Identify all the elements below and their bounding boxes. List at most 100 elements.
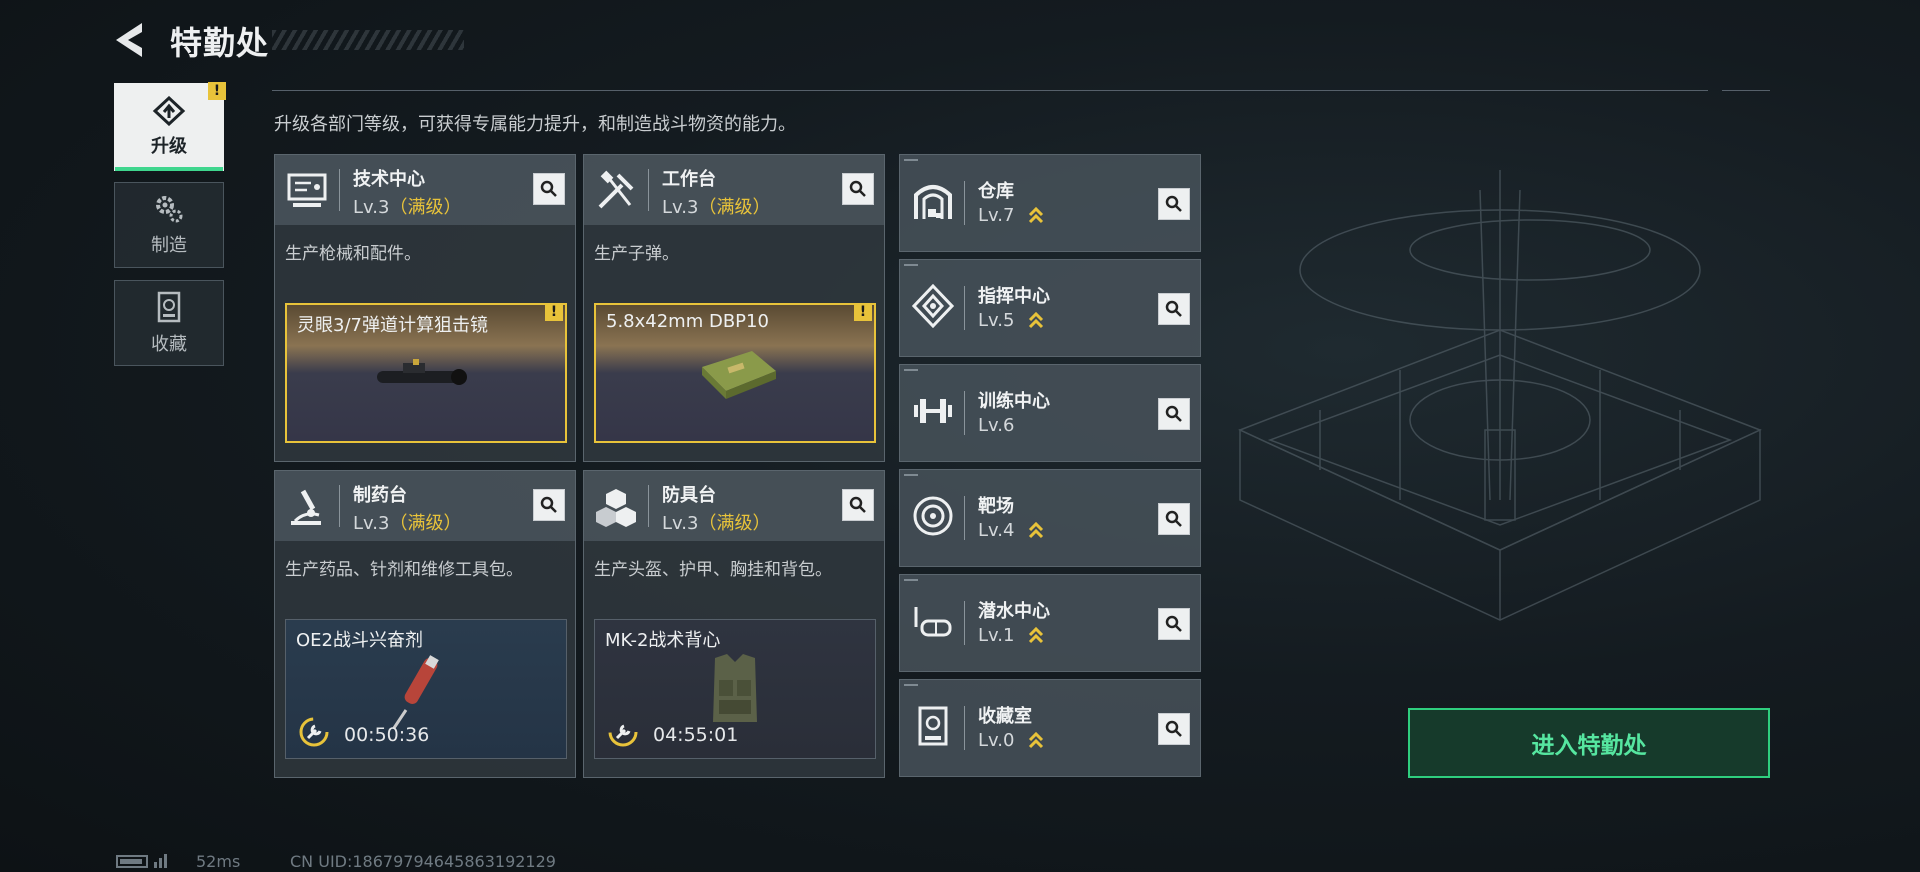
title-decoration [272,30,464,50]
max-level-label: （满级） [389,513,462,534]
facility-description: 生产枪械和配件。 [285,244,421,264]
tools-icon [598,170,634,209]
product-name: 灵眼3/7弹道计算狙击镜 [297,315,488,336]
inspect-button[interactable] [1158,713,1190,745]
alert-badge: ! [854,303,872,321]
facility-row-training-center[interactable]: 训练中心 Lv.6 [899,364,1201,462]
building-wireframe-art [1238,170,1762,621]
corner-mark [904,264,918,266]
battery-signal-icon [116,854,167,868]
separator [964,706,965,750]
facility-description: 生产子弹。 [594,244,679,264]
product-slot[interactable]: OE2战斗兴奋剂 00:50:36 [285,619,567,759]
scope-item-icon [377,359,467,385]
inspect-button[interactable] [1158,398,1190,430]
warehouse-icon [914,185,952,219]
facility-name: 工作台 [662,169,716,190]
back-arrow-icon[interactable] [112,20,148,60]
facility-level: Lv.0 [978,730,1044,751]
inspect-button[interactable] [533,173,565,205]
corner-mark [904,369,918,371]
corner-mark [904,579,918,581]
enter-special-ops-button[interactable]: 进入特勤处 [1408,708,1770,778]
facility-name: 训练中心 [978,391,1050,412]
facility-name: 仓库 [978,181,1014,202]
level-value: Lv.4 [978,520,1015,541]
separator [648,485,649,527]
facility-name: 靶场 [978,496,1014,517]
product-slot[interactable]: 灵眼3/7弹道计算狙击镜 [285,303,567,443]
facility-row-diving-center[interactable]: 潜水中心 Lv.1 [899,574,1201,672]
divider [1722,90,1770,91]
level-value: Lv.3 [353,513,390,534]
facility-level: Lv.6 [978,415,1014,436]
vest-item-icon [713,654,757,722]
inspect-button[interactable] [533,489,565,521]
facility-level: Lv.3（满级） [662,509,770,535]
command-center-icon [912,284,954,328]
facility-card-pharmacy[interactable]: 制药台 Lv.3（满级） 生产药品、针剂和维修工具包。 OE2战斗兴奋剂 00:… [274,470,576,778]
inspect-button[interactable] [1158,188,1190,220]
facility-level: Lv.3（满级） [662,193,770,219]
upgrade-available-icon [1029,206,1044,224]
product-slot[interactable]: 5.8x42mm DBP10 [594,303,876,443]
facility-name: 技术中心 [353,169,425,190]
search-icon [1165,195,1182,212]
collection-icon [918,706,948,746]
corner-mark [904,159,918,161]
upgrade-icon [152,96,186,126]
facility-level: Lv.7 [978,205,1044,226]
diving-mask-icon [914,607,952,637]
crafting-timer-icon [299,717,329,747]
level-value: Lv.0 [978,730,1015,751]
facility-level: Lv.3（满级） [353,193,461,219]
upgrade-available-icon [1029,521,1044,539]
collection-icon [157,291,181,323]
level-value: Lv.3 [662,513,699,534]
facility-card-workbench[interactable]: 工作台 Lv.3（满级） 生产子弹。 5.8x42mm DBP10 ! [583,154,885,462]
level-value: Lv.7 [978,205,1015,226]
search-icon [849,180,866,197]
divider [272,90,1708,91]
corner-mark [904,684,918,686]
cubes-icon [596,489,636,527]
search-icon [540,496,557,513]
separator [648,169,649,211]
inspect-button[interactable] [842,489,874,521]
inspect-button[interactable] [1158,608,1190,640]
facility-row-warehouse[interactable]: 仓库 Lv.7 [899,154,1201,252]
crafting-timer: 00:50:36 [344,724,430,746]
search-icon [1165,300,1182,317]
facility-row-command-center[interactable]: 指挥中心 Lv.5 [899,259,1201,357]
search-icon [1165,615,1182,632]
facility-level: Lv.3（满级） [353,509,461,535]
tab-label: 升级 [151,136,187,157]
facility-level: Lv.4 [978,520,1044,541]
facility-card-tech-center[interactable]: 技术中心 Lv.3（满级） 生产枪械和配件。 灵眼3/7弹道计算狙击镜 ! [274,154,576,462]
tab-collection[interactable]: 收藏 [114,280,224,366]
search-icon [1165,720,1182,737]
active-indicator [115,167,223,171]
alert-badge: ! [208,82,226,100]
tab-craft[interactable]: 制造 [114,182,224,268]
inspect-button[interactable] [842,173,874,205]
max-level-label: （满级） [389,197,462,218]
level-value: Lv.3 [353,197,390,218]
tab-label: 收藏 [151,334,187,355]
inspect-button[interactable] [1158,503,1190,535]
facility-row-shooting-range[interactable]: 靶场 Lv.4 [899,469,1201,567]
separator [964,286,965,330]
inspect-button[interactable] [1158,293,1190,325]
alert-badge: ! [545,303,563,321]
separator [339,485,340,527]
separator [964,496,965,540]
separator [964,181,965,225]
crafting-timer-icon [608,717,638,747]
facility-card-armor-bench[interactable]: 防具台 Lv.3（满级） 生产头盔、护甲、胸挂和背包。 MK-2战术背心 04:… [583,470,885,778]
page-description: 升级各部门等级，可获得专属能力提升，和制造战斗物资的能力。 [274,114,796,135]
product-slot[interactable]: MK-2战术背心 04:55:01 [594,619,876,759]
facility-level: Lv.1 [978,625,1044,646]
facility-row-collection-room[interactable]: 收藏室 Lv.0 [899,679,1201,777]
facility-description: 生产头盔、护甲、胸挂和背包。 [594,560,832,580]
user-uid: CN UID:1867979464586319​2129 [290,852,556,871]
